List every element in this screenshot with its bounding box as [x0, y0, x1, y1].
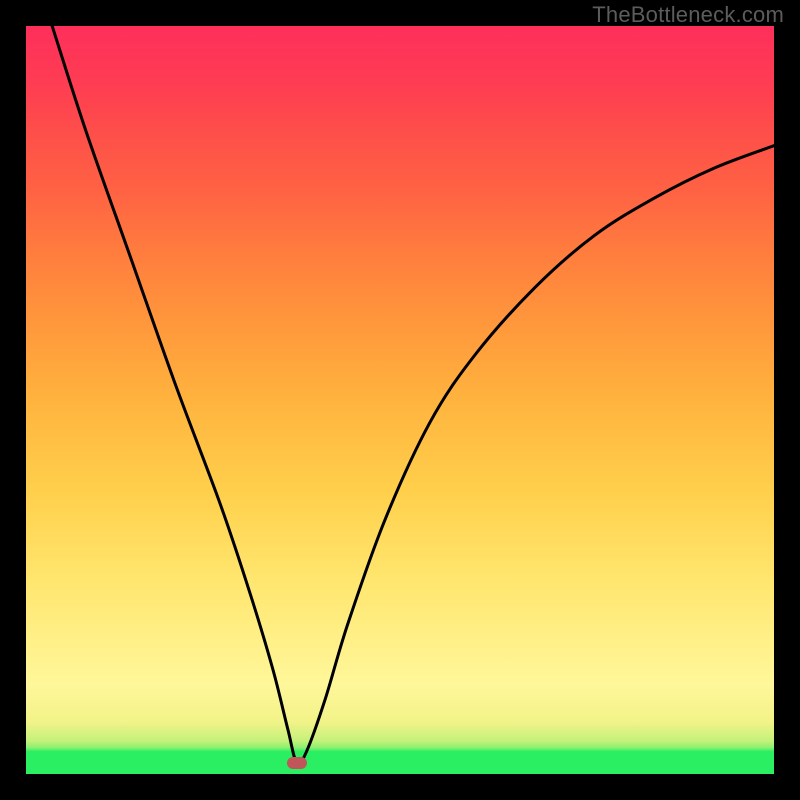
bottleneck-curve	[26, 26, 774, 774]
minimum-marker	[287, 757, 307, 769]
chart-frame: TheBottleneck.com	[0, 0, 800, 800]
plot-area	[26, 26, 774, 774]
watermark-text: TheBottleneck.com	[592, 2, 784, 28]
curve-path	[52, 26, 774, 764]
